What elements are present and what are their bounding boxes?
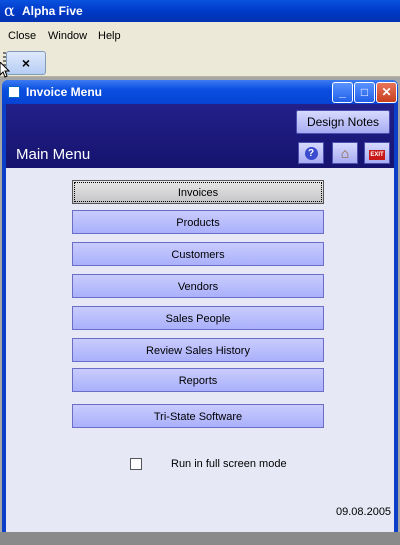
menu-bar: Close Window Help bbox=[0, 22, 400, 48]
window-title: Invoice Menu bbox=[26, 85, 103, 99]
vendors-button[interactable]: Vendors bbox=[72, 274, 324, 298]
app-title-bar: α Alpha Five bbox=[0, 0, 400, 22]
menu-window[interactable]: Window bbox=[48, 30, 87, 42]
home-button[interactable]: ⌂ bbox=[332, 142, 358, 164]
menu-help[interactable]: Help bbox=[98, 30, 121, 42]
maximize-button[interactable]: □ bbox=[354, 82, 375, 103]
mouse-cursor-icon bbox=[0, 62, 10, 78]
alpha-logo-icon: α bbox=[4, 1, 15, 20]
form-icon bbox=[8, 86, 20, 98]
toolbar-close-button[interactable]: × bbox=[6, 51, 46, 75]
reports-button[interactable]: Reports bbox=[72, 368, 324, 392]
tri-state-software-button[interactable]: Tri-State Software bbox=[72, 404, 324, 428]
help-button[interactable]: ? bbox=[298, 142, 324, 164]
page-title: Main Menu bbox=[16, 146, 91, 163]
window-close-button[interactable]: ✕ bbox=[376, 82, 397, 103]
app-title: Alpha Five bbox=[22, 4, 83, 18]
date-label: 09.08.2005 bbox=[336, 506, 392, 518]
form-header: Design Notes Main Menu ? ⌂ EXIT bbox=[6, 104, 394, 168]
menu-close[interactable]: Close bbox=[8, 30, 36, 42]
minimize-button[interactable]: _ bbox=[332, 82, 353, 103]
form-body: Design Notes Main Menu ? ⌂ EXIT Invoices… bbox=[6, 104, 394, 532]
exit-icon: EXIT bbox=[369, 150, 385, 160]
invoice-menu-window: Invoice Menu _ □ ✕ Design Notes Main Men… bbox=[2, 80, 398, 532]
review-sales-history-button[interactable]: Review Sales History bbox=[72, 338, 324, 362]
home-icon: ⌂ bbox=[340, 145, 350, 161]
sales-people-button[interactable]: Sales People bbox=[72, 306, 324, 330]
window-title-bar[interactable]: Invoice Menu _ □ ✕ bbox=[2, 80, 398, 104]
exit-button[interactable]: EXIT bbox=[364, 142, 390, 164]
toolbar: × bbox=[0, 48, 400, 77]
customers-button[interactable]: Customers bbox=[72, 242, 324, 266]
fullscreen-checkbox[interactable] bbox=[130, 458, 142, 470]
products-button[interactable]: Products bbox=[72, 210, 324, 234]
status-strip bbox=[0, 532, 400, 545]
design-notes-button[interactable]: Design Notes bbox=[296, 110, 390, 134]
help-icon: ? bbox=[304, 147, 318, 160]
invoices-button[interactable]: Invoices bbox=[72, 180, 324, 204]
fullscreen-checkbox-label: Run in full screen mode bbox=[171, 458, 287, 470]
